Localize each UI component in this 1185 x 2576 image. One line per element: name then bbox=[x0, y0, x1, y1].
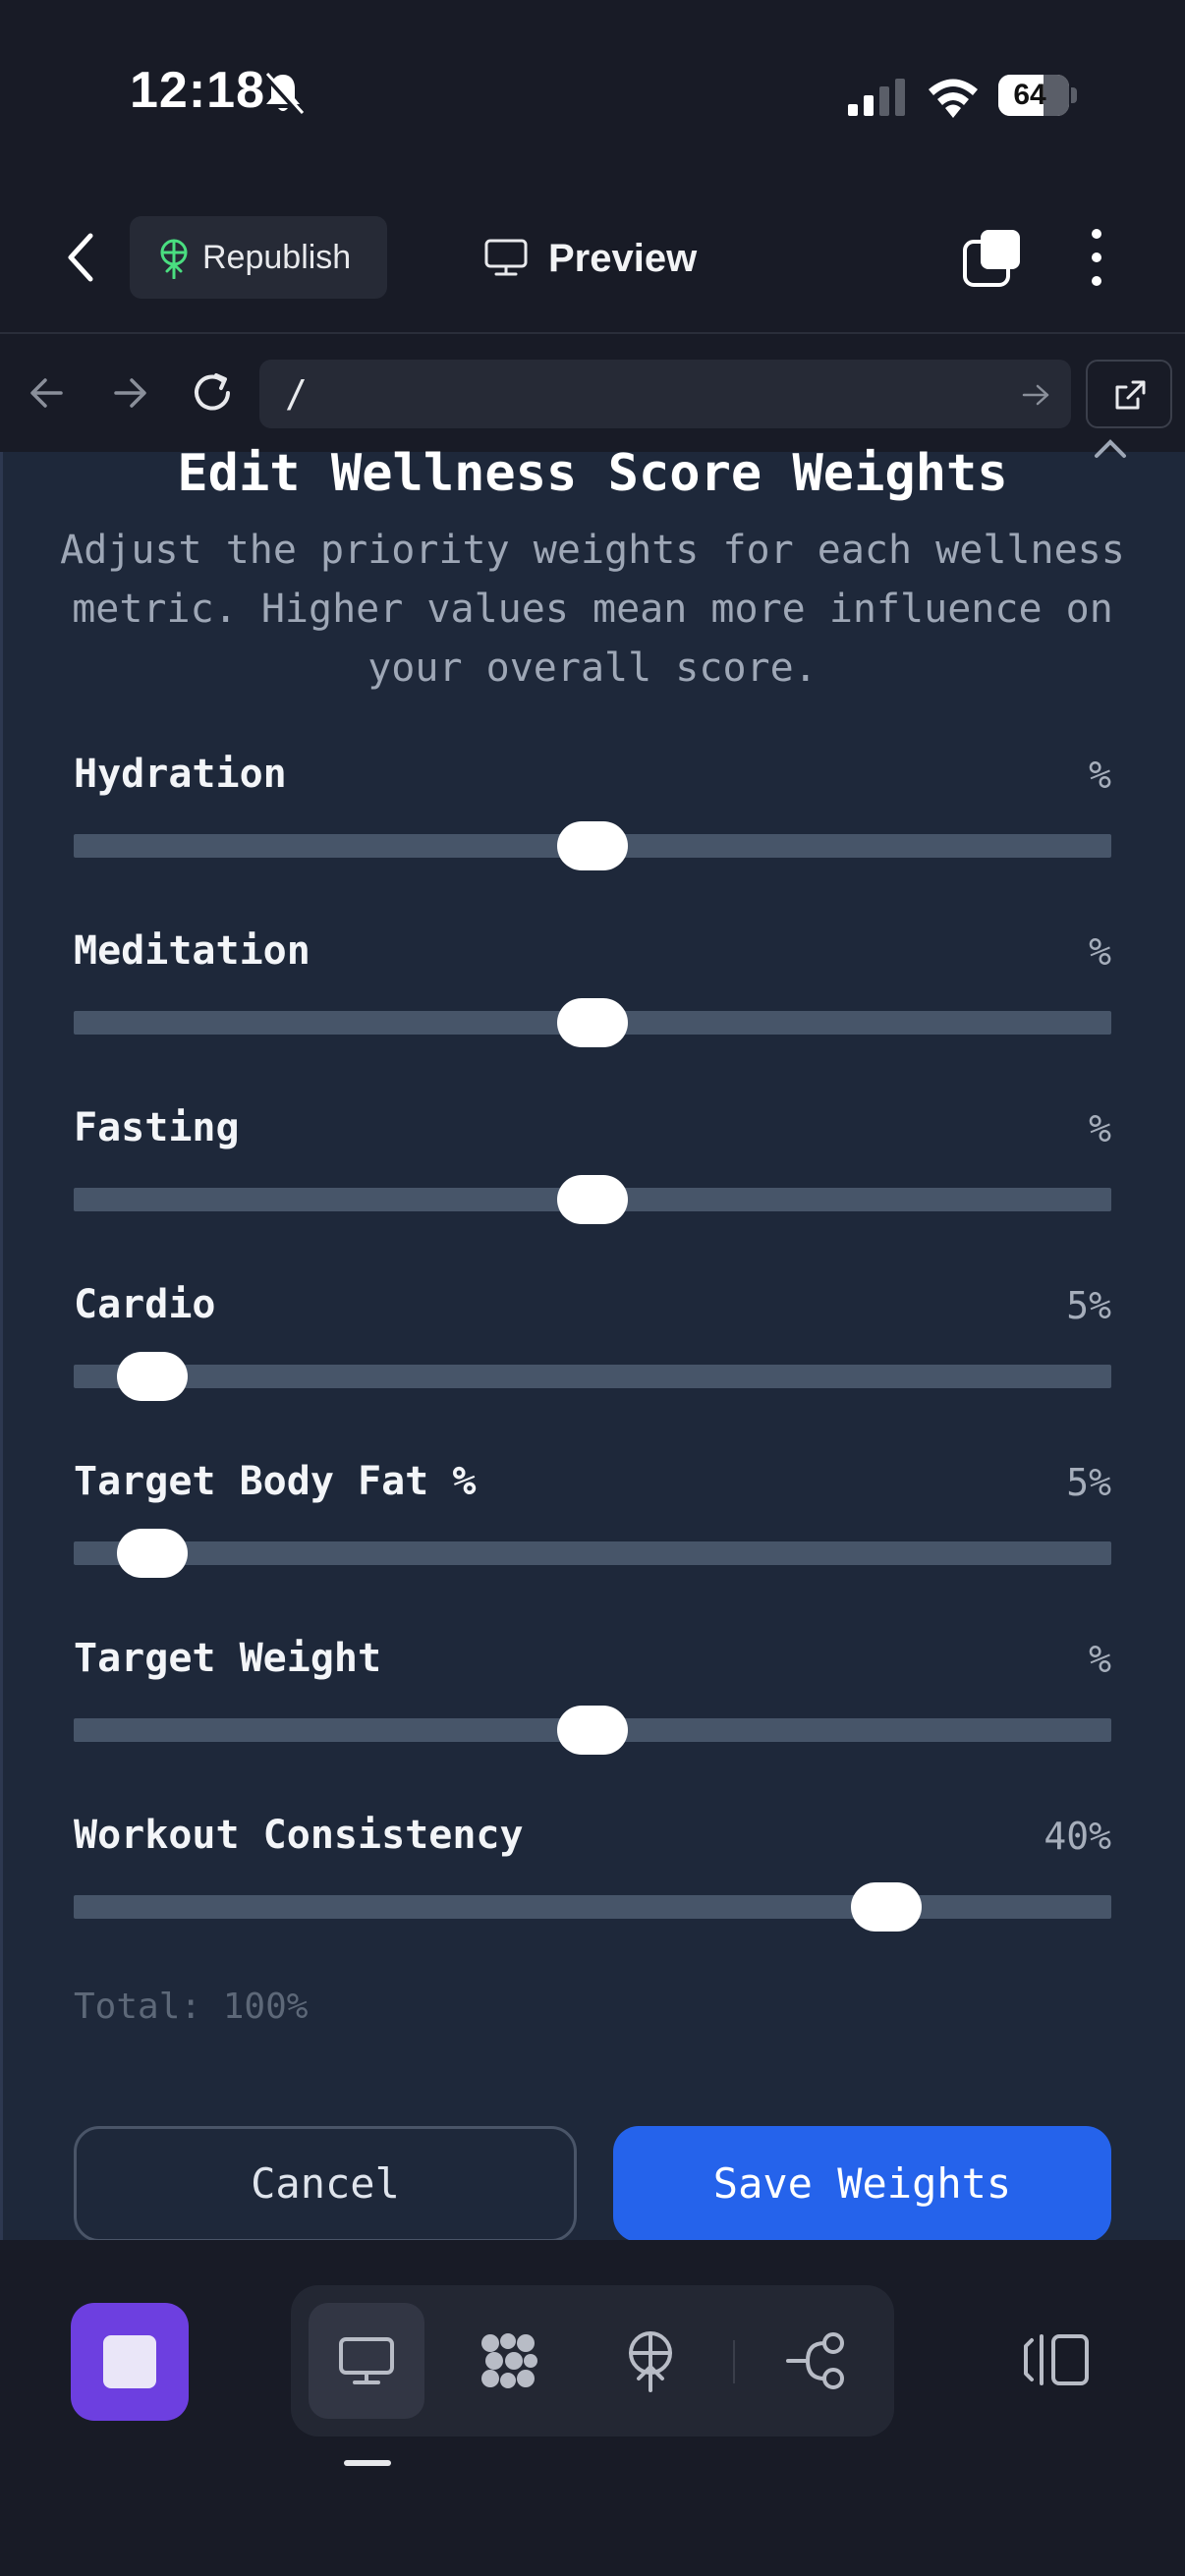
url-text: / bbox=[285, 372, 308, 416]
metric-label: Meditation bbox=[74, 928, 310, 974]
metric-value: % bbox=[1089, 754, 1111, 797]
external-link-icon bbox=[1115, 380, 1146, 410]
tabs-icon[interactable] bbox=[961, 228, 1022, 289]
open-external-button[interactable] bbox=[1086, 360, 1172, 428]
metric-slider-thumb[interactable] bbox=[851, 1882, 922, 1932]
browser-back-icon[interactable] bbox=[28, 373, 67, 413]
metric-slider-thumb[interactable] bbox=[117, 1352, 188, 1401]
status-time: 12:18 bbox=[130, 62, 265, 119]
metric-value: % bbox=[1089, 930, 1111, 974]
publish-globe-icon bbox=[160, 239, 188, 279]
more-options-icon[interactable] bbox=[1079, 226, 1114, 289]
metric-label: Workout Consistency bbox=[74, 1813, 524, 1858]
dots-grid-icon[interactable] bbox=[477, 2329, 539, 2392]
wifi-icon bbox=[929, 79, 978, 118]
modal-description: Adjust the priority weights for each wel… bbox=[60, 528, 1125, 691]
metric-value: 5% bbox=[1066, 1461, 1111, 1504]
browser-forward-icon[interactable] bbox=[110, 373, 149, 413]
back-chevron-icon[interactable] bbox=[61, 228, 100, 287]
weights-modal bbox=[0, 452, 1185, 2240]
metric-label: Target Body Fat % bbox=[74, 1459, 477, 1504]
active-tab-indicator bbox=[344, 2460, 391, 2466]
app-stop-button[interactable] bbox=[71, 2303, 189, 2421]
metric-slider-track[interactable] bbox=[74, 1541, 1111, 1565]
metric-slider-thumb[interactable] bbox=[557, 1706, 628, 1755]
metric-label: Hydration bbox=[74, 752, 287, 797]
go-arrow-icon[interactable] bbox=[1022, 383, 1049, 407]
metric-slider-thumb[interactable] bbox=[557, 1175, 628, 1224]
total-weight: Total: 100% bbox=[74, 1987, 309, 2027]
save-weights-button[interactable]: Save Weights bbox=[613, 2126, 1111, 2242]
republish-button[interactable]: Republish bbox=[130, 216, 387, 299]
segment-divider bbox=[733, 2340, 735, 2383]
metric-label: Fasting bbox=[74, 1105, 240, 1150]
url-bar[interactable]: / bbox=[259, 360, 1071, 428]
workflow-icon[interactable] bbox=[786, 2329, 849, 2392]
battery-indicator: 64 bbox=[998, 75, 1077, 116]
monitor-view-icon[interactable] bbox=[335, 2329, 398, 2392]
reload-icon[interactable] bbox=[189, 369, 236, 417]
side-panel-icon[interactable] bbox=[1022, 2330, 1091, 2389]
metric-label: Cardio bbox=[74, 1282, 216, 1327]
battery-percent: 64 bbox=[1013, 79, 1046, 111]
metric-value: 5% bbox=[1066, 1284, 1111, 1327]
metric-slider-thumb[interactable] bbox=[557, 998, 628, 1047]
publish-globe-view-icon[interactable] bbox=[619, 2329, 682, 2392]
cellular-signal-icon bbox=[848, 79, 905, 116]
metric-slider-thumb[interactable] bbox=[557, 821, 628, 870]
monitor-icon bbox=[484, 239, 528, 276]
modal-title: Edit Wellness Score Weights bbox=[177, 444, 1008, 503]
metric-label: Target Weight bbox=[74, 1636, 382, 1681]
metric-slider-thumb[interactable] bbox=[117, 1529, 188, 1578]
republish-label: Republish bbox=[202, 239, 352, 276]
divider bbox=[0, 332, 1185, 334]
metric-value: % bbox=[1089, 1638, 1111, 1681]
metric-slider-track[interactable] bbox=[74, 1365, 1111, 1388]
metric-value: % bbox=[1089, 1107, 1111, 1150]
bell-muted-icon bbox=[262, 72, 305, 117]
metric-value: 40% bbox=[1044, 1815, 1111, 1858]
cancel-button[interactable]: Cancel bbox=[74, 2126, 577, 2242]
preview-label: Preview bbox=[548, 237, 698, 280]
metric-slider-track[interactable] bbox=[74, 1895, 1111, 1919]
